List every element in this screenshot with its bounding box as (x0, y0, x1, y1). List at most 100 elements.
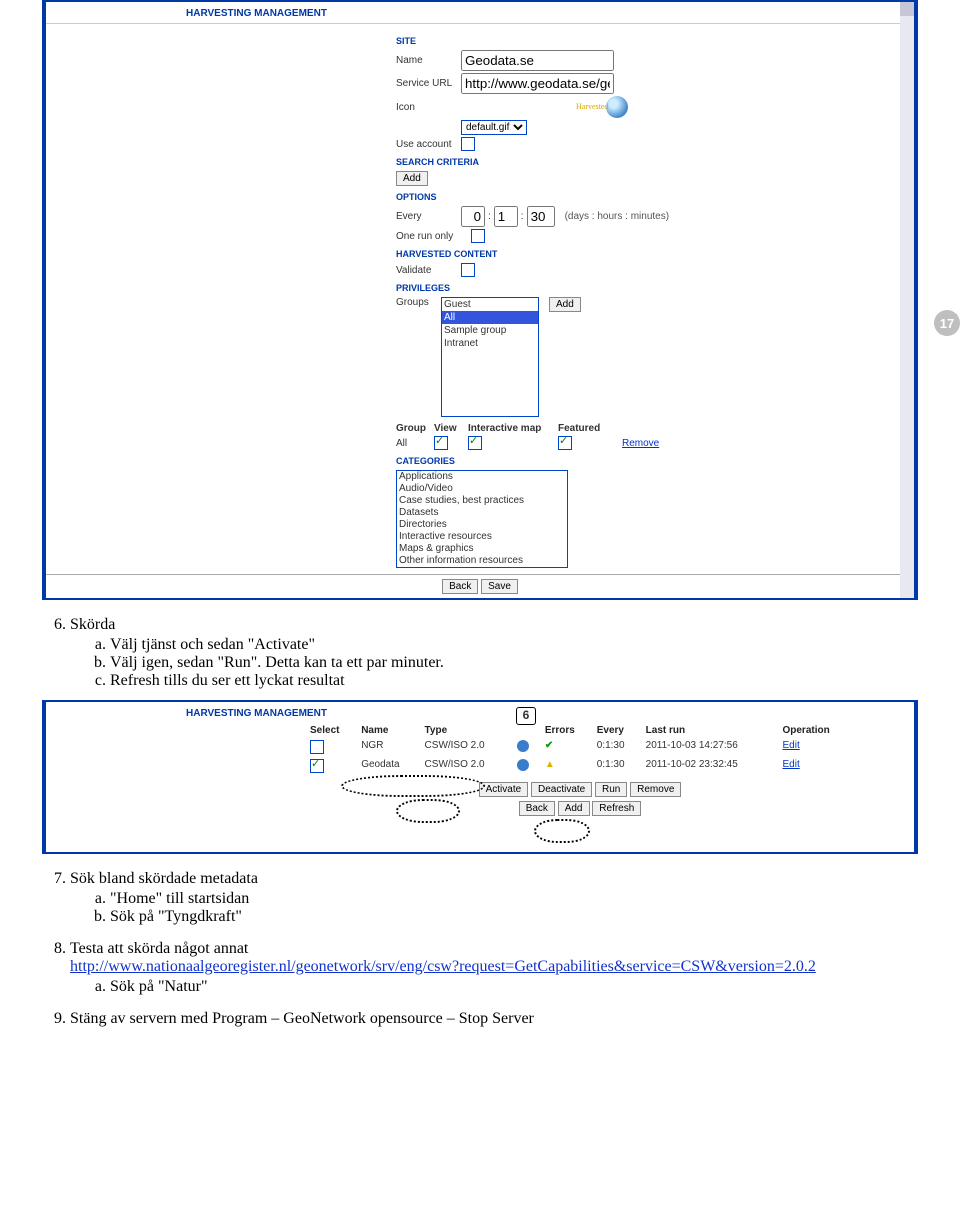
section-categories: CATEGORIES (396, 456, 914, 466)
url-label: Service URL (396, 78, 461, 89)
step7b: Sök på "Tyngdkraft" (110, 908, 912, 926)
group-option[interactable]: Sample group (442, 324, 538, 337)
every-days-input[interactable] (461, 206, 485, 227)
scroll-up-arrow[interactable] (900, 2, 914, 16)
categories-listbox[interactable]: Applications Audio/Video Case studies, b… (396, 470, 568, 568)
every-hours-input[interactable] (494, 206, 518, 227)
section-search: SEARCH CRITERIA (396, 157, 914, 167)
cat-option[interactable]: Applications (397, 471, 567, 483)
activate-button[interactable]: Activate (479, 782, 529, 797)
groups-label: Groups (396, 297, 441, 308)
step6c: Refresh tills du ser ett lyckat resultat (110, 672, 912, 690)
harvesting-list-panel: HARVESTING MANAGEMENT 6 Select Name Type… (42, 700, 918, 854)
status-icon (517, 740, 529, 752)
table-row: NGR CSW/ISO 2.0 ✔ 0:1:30 2011-10-03 14:2… (306, 738, 854, 757)
th-errors: Errors (541, 723, 593, 738)
validate-label: Validate (396, 265, 461, 276)
th-every: Every (593, 723, 642, 738)
ok-icon: ✔ (545, 740, 553, 751)
cat-option[interactable]: Case studies, best practices (397, 495, 567, 507)
group-option[interactable]: Guest (442, 298, 538, 311)
doc-step-6: Skörda Välj tjänst och sedan "Activate" … (0, 600, 960, 690)
add-group-button[interactable]: Add (549, 297, 581, 312)
service-url-input[interactable] (461, 73, 614, 94)
step7-text: Sök bland skördade metadata (70, 870, 258, 887)
cat-option[interactable]: Datasets (397, 507, 567, 519)
cat-option[interactable]: Directories (397, 519, 567, 531)
group-option[interactable]: All (442, 311, 538, 324)
back-button[interactable]: Back (519, 801, 555, 816)
onerun-label: One run only (396, 231, 471, 242)
run-button[interactable]: Run (595, 782, 627, 797)
th-type: Type (421, 723, 514, 738)
panel2-title: HARVESTING MANAGEMENT (46, 702, 914, 723)
th-op: Operation (778, 723, 854, 738)
harvest-table: Select Name Type Errors Every Last run O… (306, 723, 854, 776)
section-harvested: HARVESTED CONTENT (396, 249, 914, 259)
status-icon (517, 759, 529, 771)
name-label: Name (396, 55, 461, 66)
step8-text: Testa att skörda något annat (70, 940, 248, 957)
groups-listbox[interactable]: Guest All Sample group Intranet (441, 297, 539, 417)
remove-button[interactable]: Remove (630, 782, 681, 797)
annotation-oval (534, 819, 590, 843)
select-checkbox[interactable] (310, 740, 324, 754)
section-site: SITE (396, 36, 914, 46)
deactivate-button[interactable]: Deactivate (531, 782, 592, 797)
th-lastrun: Last run (642, 723, 779, 738)
view-checkbox[interactable] (434, 436, 448, 450)
every-hint: (days : hours : minutes) (565, 211, 669, 222)
select-checkbox[interactable] (310, 759, 324, 773)
cat-option[interactable]: Audio/Video (397, 483, 567, 495)
step9-text: Stäng av servern med Program – GeoNetwor… (70, 1010, 534, 1027)
useaccount-label: Use account (396, 139, 461, 150)
add-search-button[interactable]: Add (396, 171, 428, 186)
edit-link[interactable]: Edit (782, 759, 799, 770)
refresh-button[interactable]: Refresh (592, 801, 641, 816)
onerun-checkbox[interactable] (471, 229, 485, 243)
cat-option[interactable]: Other information resources (397, 555, 567, 567)
step6a: Välj tjänst och sedan "Activate" (110, 636, 912, 654)
page-number-badge: 17 (934, 310, 960, 336)
step6-text: Skörda (70, 616, 115, 633)
imap-checkbox[interactable] (468, 436, 482, 450)
section-options: OPTIONS (396, 192, 914, 202)
group-option[interactable]: Intranet (442, 337, 538, 350)
step7a: "Home" till startsidan (110, 890, 912, 908)
table-row: Geodata CSW/ISO 2.0 ▲ 0:1:30 2011-10-02 … (306, 757, 854, 776)
featured-checkbox[interactable] (558, 436, 572, 450)
harvested-globe-icon (606, 96, 628, 118)
col-view: View (434, 423, 468, 434)
back-button[interactable]: Back (442, 579, 478, 594)
cat-option[interactable]: Maps & graphics (397, 543, 567, 555)
th-status (513, 723, 540, 738)
step8a: Sök på "Natur" (110, 978, 912, 996)
col-group: Group (396, 423, 434, 434)
save-button[interactable]: Save (481, 579, 518, 594)
useaccount-checkbox[interactable] (461, 137, 475, 151)
priv-row-group: All (396, 438, 434, 449)
icon-select[interactable]: default.gif (461, 120, 527, 135)
edit-link[interactable]: Edit (782, 740, 799, 751)
every-label: Every (396, 211, 461, 222)
panel-title: HARVESTING MANAGEMENT (46, 2, 914, 24)
remove-priv-link[interactable]: Remove (622, 438, 659, 449)
th-name: Name (357, 723, 420, 738)
col-imap: Interactive map (468, 423, 558, 434)
every-minutes-input[interactable] (527, 206, 555, 227)
th-select: Select (306, 723, 357, 738)
step6b: Välj igen, sedan "Run". Detta kan ta ett… (110, 654, 912, 672)
doc-steps-7-9: Sök bland skördade metadata "Home" till … (0, 854, 960, 1028)
harvesting-panel: HARVESTING MANAGEMENT SITE Name Service … (42, 0, 918, 600)
callout-bubble: 6 (516, 707, 536, 725)
col-featured: Featured (558, 423, 612, 434)
add-button[interactable]: Add (558, 801, 590, 816)
validate-checkbox[interactable] (461, 263, 475, 277)
name-input[interactable] (461, 50, 614, 71)
step8-link[interactable]: http://www.nationaalgeoregister.nl/geone… (70, 958, 816, 975)
icon-label: Icon (396, 102, 461, 113)
section-privileges: PRIVILEGES (396, 283, 914, 293)
warn-icon: ▲ (545, 759, 555, 770)
scrollbar[interactable] (900, 2, 914, 598)
cat-option[interactable]: Interactive resources (397, 531, 567, 543)
